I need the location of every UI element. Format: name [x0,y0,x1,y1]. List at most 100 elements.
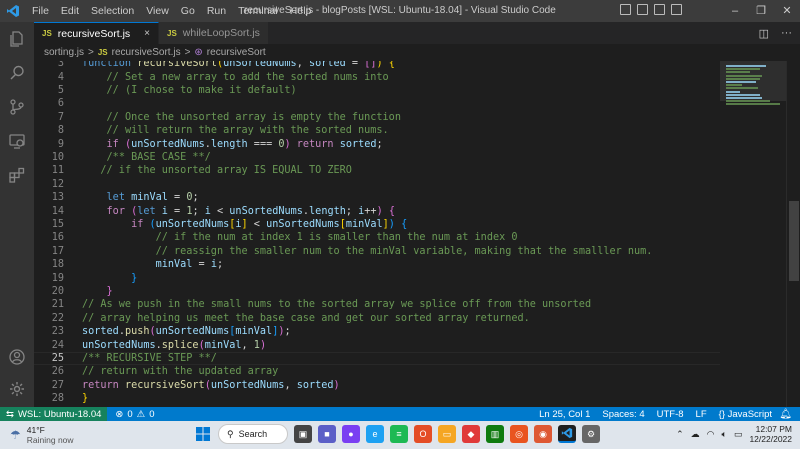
code-line[interactable]: 11 // if the unsorted array IS EQUAL TO … [34,164,720,177]
cursor-position[interactable]: Ln 25, Col 1 [539,409,590,420]
code-line[interactable]: 23 sorted.push(unSortedNums[minVal]); [34,325,720,338]
clock[interactable]: 12:07 PM 12/22/2022 [749,424,792,444]
code-line[interactable]: 22 // array helping us meet the base case… [34,312,720,325]
code-token: recursiveSort [124,379,205,391]
code-line[interactable]: 14 for (let i = 1; i < unSortedNums.leng… [34,204,720,217]
menu-item-help[interactable]: Help [284,0,318,22]
code-line[interactable]: 26 // return with the updated array [34,365,720,378]
menu-item-view[interactable]: View [140,0,175,22]
store-icon[interactable]: ▥ [486,425,504,443]
indentation[interactable]: Spaces: 4 [602,409,644,420]
code-line[interactable]: 7 // Once the unsorted array is empty th… [34,111,720,124]
code-line[interactable]: 18 minVal = i; [34,258,720,271]
remote-indicator[interactable]: ⇆ WSL: Ubuntu-18.04 [0,407,108,421]
menu-item-run[interactable]: Run [201,0,232,22]
code-line[interactable]: 16 // if the num at index 1 is smaller t… [34,231,720,244]
code-token: sorted [296,379,334,391]
code-token: unSortedNums [266,218,340,230]
code-token: } [106,285,113,297]
code-line[interactable]: 24 unSortedNums.splice(minVal, 1) [34,338,720,351]
source-control-icon[interactable] [0,90,34,124]
end-of-line[interactable]: LF [696,409,707,420]
toggle-panel-icon[interactable] [637,4,648,15]
volume-icon[interactable]: 🔈︎ [722,429,727,440]
code-line[interactable]: 27 return recursiveSort(unSortedNums, sor… [34,379,720,392]
search-icon[interactable] [0,56,34,90]
restore-icon[interactable]: ❐ [748,0,774,22]
windows-start-icon[interactable] [194,425,212,443]
minimize-icon[interactable]: – [722,0,748,22]
toggle-secondary-sidebar-icon[interactable] [654,4,665,15]
tab-recursivesort[interactable]: JS recursiveSort.js × [34,22,159,44]
breadcrumb-folder[interactable]: sorting.js [44,47,84,58]
taskbar-apps: ⚲ Search ▣ ■ ● e ≡ O ▭ ◆ ▥ ◎ ◉ ⚙ [194,424,600,444]
onedrive-cloud-icon[interactable]: ☁ [691,429,700,440]
code-line[interactable]: 20 } [34,285,720,298]
code-line[interactable]: 13 let minVal = 0; [34,191,720,204]
vscode-taskbar-icon[interactable] [558,425,576,443]
code-editor[interactable]: 3 function recursiveSort(unSortedNums, so… [34,61,720,407]
menu-item-edit[interactable]: Edit [55,0,85,22]
code-line[interactable]: 28} [34,392,720,405]
code-line[interactable]: 12 [34,178,720,191]
code-line[interactable]: 5 // (I chose to make it default) [34,84,720,97]
remote-explorer-icon[interactable] [0,124,34,158]
split-editor-icon[interactable]: ◫ [759,27,769,40]
menu-item-selection[interactable]: Selection [85,0,140,22]
code-line[interactable]: 15 if (unSortedNums[i] < unSortedNums[mi… [34,218,720,231]
menu-item-terminal[interactable]: Terminal [232,0,284,22]
chrome-icon[interactable]: ◉ [534,425,552,443]
extensions-icon[interactable] [0,158,34,192]
spotify-icon[interactable]: ≡ [390,425,408,443]
vscode-logo-icon[interactable] [0,0,26,22]
settings-gear-icon[interactable]: ⚙ [582,425,600,443]
taskbar-search[interactable]: ⚲ Search [218,424,288,444]
code-line[interactable]: 19 } [34,271,720,284]
close-window-icon[interactable]: ✕ [774,0,800,22]
tab-whileloopsort[interactable]: JS whileLoopSort.js [159,22,269,44]
code-line[interactable]: 8 // will return the array with the sort… [34,124,720,137]
code-line[interactable]: 21 // As we push in the small nums to the… [34,298,720,311]
manage-gear-icon[interactable] [0,372,34,406]
code-line[interactable]: 25 /** RECURSIVE STEP **/ [34,351,720,366]
show-hidden-icons-chevron-icon[interactable]: ⌃ [676,429,684,440]
close-tab-icon[interactable]: × [144,28,150,39]
account-icon[interactable] [0,340,34,374]
app-notification-icon[interactable]: ● [342,425,360,443]
more-actions-icon[interactable]: ··· [781,27,792,40]
breadcrumb-symbol[interactable]: recursiveSort [207,47,266,58]
javascript-file-icon: JS [97,48,108,57]
minimap[interactable] [720,61,786,407]
encoding[interactable]: UTF-8 [657,409,684,420]
vertical-scrollbar[interactable] [786,61,800,407]
notifications-bell-icon[interactable]: 🔔︎ [779,409,792,420]
breadcrumb-file[interactable]: recursiveSort.js [112,47,181,58]
file-explorer-icon[interactable]: ▭ [438,425,456,443]
explorer-icon[interactable] [0,22,34,56]
toggle-sidebar-icon[interactable] [620,4,631,15]
edge-browser-icon[interactable]: e [366,425,384,443]
menu-item-go[interactable]: Go [175,0,201,22]
code-line[interactable]: 4 // Set a new array to add the sorted n… [34,70,720,83]
scrollbar-thumb[interactable] [789,201,799,281]
code-text: // reassign the smaller num to the minVa… [82,246,653,257]
code-line[interactable]: 10 /** BASE CASE **/ [34,151,720,164]
battery-icon[interactable]: ▭ [734,429,743,440]
wifi-icon[interactable]: ◠ [707,429,715,440]
ubuntu-icon[interactable]: ◎ [510,425,528,443]
code-line[interactable]: 17 // reassign the smaller num to the mi… [34,245,720,258]
language-mode[interactable]: {} JavaScript [719,409,772,420]
office-icon[interactable]: O [414,425,432,443]
customize-layout-icon[interactable] [671,4,682,15]
problems-indicator[interactable]: ⊗ 0 ⚠ 0 [107,409,154,420]
code-line[interactable]: 9 if (unSortedNums.length === 0) return … [34,137,720,150]
task-view-icon[interactable]: ▣ [294,425,312,443]
code-line[interactable]: 3 function recursiveSort(unSortedNums, so… [34,61,720,70]
code-text: if (unSortedNums[i] < unSortedNums[minVa… [82,219,407,230]
teams-chat-icon[interactable]: ■ [318,425,336,443]
app-red-icon[interactable]: ◆ [462,425,480,443]
menu-item-file[interactable]: File [26,0,55,22]
code-line[interactable]: 6 [34,97,720,110]
weather-widget[interactable]: ☂ 41°F Raining now [10,425,74,445]
